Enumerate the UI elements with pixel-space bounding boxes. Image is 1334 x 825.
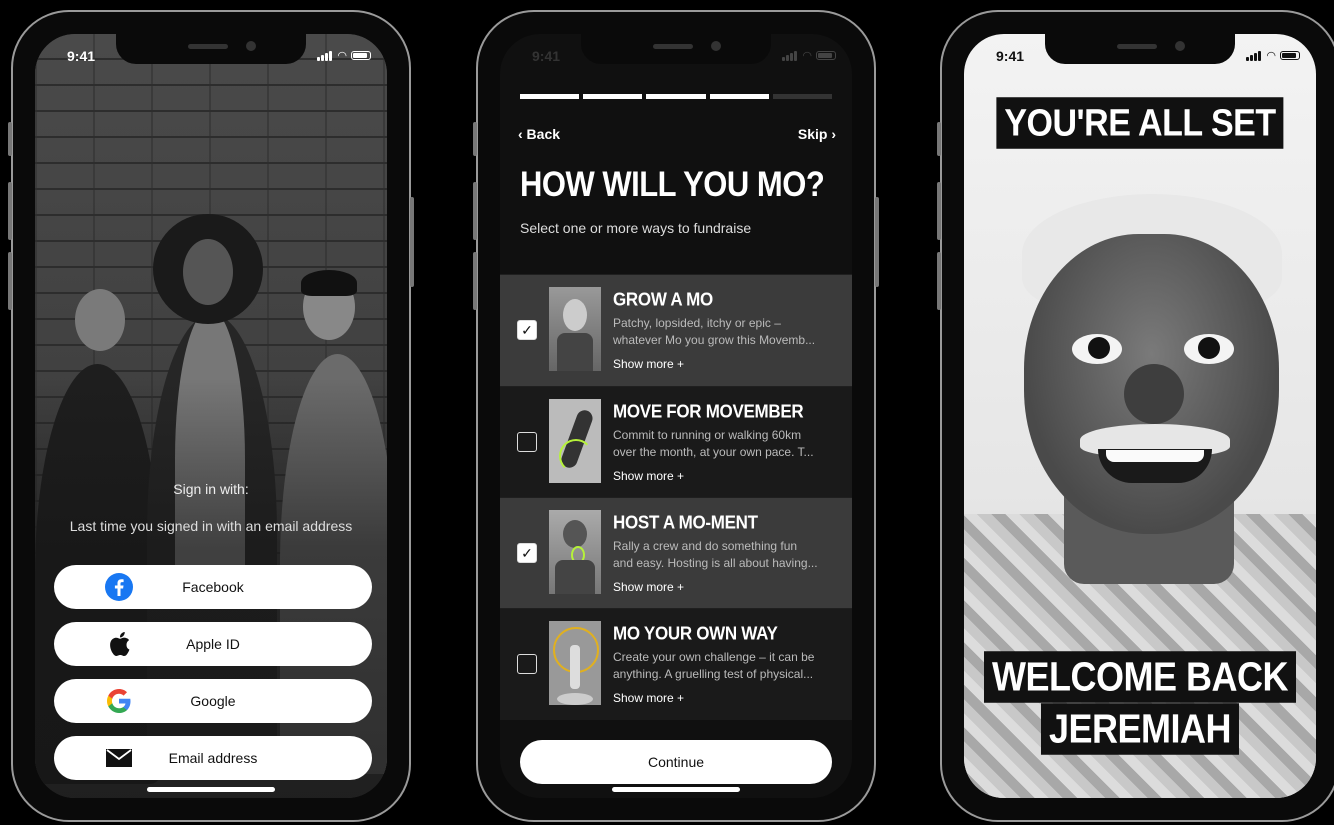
all-set-banner: YOU'RE ALL SET: [996, 97, 1284, 149]
checkbox[interactable]: [517, 654, 537, 674]
status-icons: ◠: [317, 49, 371, 62]
home-indicator[interactable]: [612, 787, 740, 792]
checkbox[interactable]: ✓: [517, 320, 537, 340]
skip-button[interactable]: Skip ›: [798, 126, 836, 142]
phone-signin: 9:41 ◠ Sign in with: Last time you signe…: [8, 10, 414, 822]
progress-step: [709, 94, 769, 99]
wifi-icon: ◠: [1266, 50, 1276, 62]
show-more-link[interactable]: Show more +: [613, 691, 684, 705]
check-icon: ✓: [521, 321, 533, 338]
thumbnail-jumper: [549, 621, 601, 705]
welcome-back-banner: WELCOME BACK: [984, 651, 1296, 703]
page-subtitle: Select one or more ways to fundraise: [520, 220, 752, 236]
home-indicator[interactable]: [147, 787, 275, 792]
show-more-link[interactable]: Show more +: [613, 357, 684, 371]
progress-step: [646, 94, 706, 99]
onboarding-screen: 9:41 ◠ ‹ Back Skip › HOW WILL YOU MO? Se…: [500, 34, 852, 798]
check-icon: ✓: [521, 544, 533, 561]
option-title: MOVE FOR MOVEMBER: [613, 401, 804, 422]
progress-step: [520, 94, 580, 99]
option-title: GROW A MO: [613, 289, 713, 310]
signal-icon: [1246, 50, 1262, 61]
option-description: Commit to running or walking 60km over th…: [613, 428, 814, 459]
apple-label: Apple ID: [186, 636, 240, 652]
option-grow-a-mo[interactable]: ✓ GROW A MO Patchy, lopsided, itchy or e…: [500, 274, 852, 386]
progress-step: [583, 94, 643, 99]
signin-screen: 9:41 ◠ Sign in with: Last time you signe…: [35, 34, 387, 798]
signal-icon: [317, 50, 333, 61]
status-time: 9:41: [532, 48, 561, 64]
option-title: HOST A MO-MENT: [613, 512, 758, 533]
option-description: Rally a crew and do something fun and eas…: [613, 539, 818, 570]
status-time: 9:41: [67, 48, 96, 64]
checkbox[interactable]: [517, 432, 537, 452]
battery-icon: [1280, 51, 1300, 60]
battery-icon: [816, 51, 836, 60]
facebook-signin-button[interactable]: Facebook: [54, 565, 372, 609]
email-signin-button[interactable]: Email address: [54, 736, 372, 780]
phone-welcome: 9:41 ◠ YOU'RE ALL SET WELCOME BACK JEREM…: [937, 10, 1334, 822]
facebook-label: Facebook: [182, 579, 244, 595]
status-icons: ◠: [782, 49, 836, 62]
battery-icon: [351, 51, 371, 60]
checkbox[interactable]: ✓: [517, 543, 537, 563]
continue-button[interactable]: Continue: [520, 740, 832, 784]
email-label: Email address: [168, 750, 258, 766]
thumbnail-runner: [549, 399, 601, 483]
option-description: Patchy, lopsided, itchy or epic – whateve…: [613, 316, 816, 347]
option-title: MO YOUR OWN WAY: [613, 623, 778, 644]
signal-icon: [782, 50, 798, 61]
wifi-icon: ◠: [802, 50, 812, 62]
thumbnail-host: [549, 510, 601, 594]
progress-step: [772, 94, 833, 99]
wifi-icon: ◠: [337, 50, 347, 62]
last-signin-hint: Last time you signed in with an email ad…: [69, 518, 353, 534]
show-more-link[interactable]: Show more +: [613, 469, 684, 483]
phone-onboarding: 9:41 ◠ ‹ Back Skip › HOW WILL YOU MO? Se…: [473, 10, 879, 822]
show-more-link[interactable]: Show more +: [613, 580, 684, 594]
apple-signin-button[interactable]: Apple ID: [54, 622, 372, 666]
progress-bar: [520, 94, 833, 99]
welcome-screen: 9:41 ◠ YOU'RE ALL SET WELCOME BACK JEREM…: [964, 34, 1316, 798]
status-icons: ◠: [1246, 49, 1300, 62]
option-host-a-mo-ment[interactable]: ✓ HOST A MO-MENT Rally a crew and do som…: [500, 497, 852, 609]
back-button[interactable]: ‹ Back: [518, 126, 560, 142]
option-mo-your-own-way[interactable]: MO YOUR OWN WAY Create your own challeng…: [500, 608, 852, 720]
option-move-for-movember[interactable]: MOVE FOR MOVEMBER Commit to running or w…: [500, 386, 852, 498]
google-label: Google: [190, 693, 236, 709]
status-time: 9:41: [996, 48, 1025, 64]
thumbnail-mustache-man: [549, 287, 601, 371]
signin-heading: Sign in with:: [173, 481, 249, 497]
option-description: Create your own challenge – it can be any…: [613, 650, 815, 681]
page-title: HOW WILL YOU MO?: [520, 164, 825, 205]
user-name-banner: JEREMIAH: [1040, 703, 1240, 755]
google-signin-button[interactable]: Google: [54, 679, 372, 723]
